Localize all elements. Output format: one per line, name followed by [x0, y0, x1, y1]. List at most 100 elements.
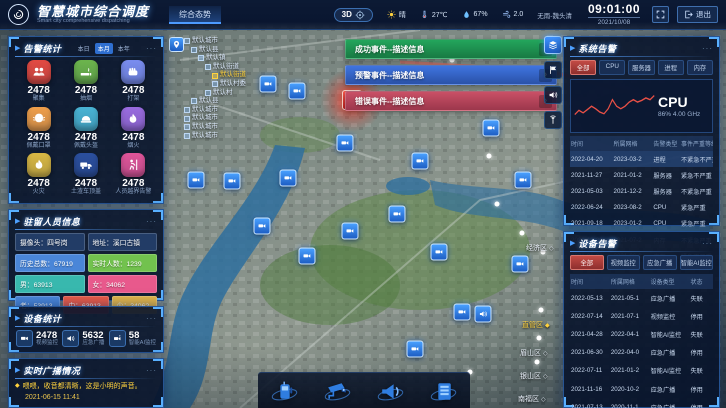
map-marker-camera[interactable] — [483, 120, 500, 137]
table-cell: 停用 — [689, 307, 713, 325]
alarm-stat-tile[interactable]: 2478打架 — [110, 60, 157, 103]
table-row[interactable]: 2021-09-182023-01-2CPU紧急严重 — [570, 216, 713, 232]
map-marker-camera[interactable] — [280, 170, 297, 187]
district-label[interactable]: 经济区 ◇ — [526, 243, 554, 253]
table-row[interactable]: 2021-04-282022-04-1智能AI监控失联 — [570, 325, 713, 343]
loudspeaker-tool-button[interactable] — [376, 377, 406, 405]
region-tree-item[interactable]: 默认城市 — [184, 132, 268, 141]
region-tree-item[interactable]: 默认城市 — [184, 114, 268, 123]
district-label[interactable]: 眉山区 ◇ — [520, 348, 548, 358]
interphone-tool-button[interactable] — [270, 377, 300, 405]
alarm-stat-tile[interactable]: 2478佩戴口罩 — [15, 107, 62, 150]
filter-tab[interactable]: 内存 — [687, 60, 713, 75]
layers-tool-button[interactable] — [544, 36, 562, 54]
filter-tab[interactable]: 全部 — [570, 60, 596, 75]
alarm-stat-tile[interactable]: 2478佩戴头盔 — [62, 107, 109, 150]
region-tree-item[interactable]: 默认县 — [184, 46, 268, 55]
more-menu[interactable]: ··· — [702, 45, 713, 53]
map-marker-camera[interactable] — [515, 172, 532, 189]
filter-tab[interactable]: 服务器 — [628, 60, 654, 75]
filter-tab[interactable]: 本日 — [75, 43, 93, 54]
map-marker-camera[interactable] — [188, 172, 205, 189]
exit-button[interactable]: 退出 — [677, 6, 718, 23]
region-tree-item[interactable]: 默认村委 — [184, 80, 268, 89]
map-marker-camera[interactable] — [389, 206, 406, 223]
tab-overview[interactable]: 综合态势 — [169, 6, 221, 24]
device-label: 视频监控 — [36, 341, 58, 347]
district-label[interactable]: 直管区 ◆ — [522, 320, 550, 330]
signal-tower-tool-button[interactable] — [544, 111, 562, 129]
more-menu[interactable]: ··· — [146, 45, 157, 53]
filter-tab[interactable]: 应急广播 — [643, 255, 677, 270]
table-cell: 2022-04-0 — [610, 344, 650, 362]
table-row[interactable]: 2021-06-302022-04-0应急广播停用 — [570, 344, 713, 362]
filter-tab[interactable]: CPU — [599, 60, 625, 75]
broadcast-volume-tool-button[interactable] — [544, 86, 562, 104]
table-row[interactable]: 2021-11-272021-01-2服务器紧急不严重 — [570, 167, 713, 183]
region-tree-item[interactable]: 默认村 — [184, 89, 268, 98]
district-label[interactable]: 银山区 ◇ — [520, 371, 548, 381]
device-stat: 2478视频监控 — [16, 330, 58, 347]
more-menu[interactable]: ··· — [146, 367, 157, 375]
diamond-icon: ◇ — [543, 374, 548, 380]
table-row[interactable]: 2022-04-202023-03-2进程不紧急不严重 — [570, 151, 713, 167]
filter-tab[interactable]: 视频监控 — [607, 255, 641, 270]
map-marker-camera[interactable] — [254, 218, 271, 235]
region-tree-item[interactable]: 默认城市 — [184, 123, 268, 132]
alarm-stat-tile[interactable]: 2478聚集 — [15, 60, 62, 103]
map-marker-camera[interactable] — [431, 244, 448, 261]
map-marker-camera[interactable] — [407, 341, 424, 358]
panel-title: 告警统计 — [23, 42, 61, 55]
alarm-stat-tile[interactable]: 2478抽烟 — [62, 60, 109, 103]
filter-tab[interactable]: 本年 — [115, 43, 133, 54]
alarm-stat-tile[interactable]: 2478火灾 — [15, 153, 62, 196]
region-tree-item[interactable]: 默认城市 — [184, 37, 268, 46]
filter-tab[interactable]: 本月 — [95, 43, 113, 54]
alarm-flag-tool-button[interactable] — [544, 61, 562, 79]
region-tree-item[interactable]: 默认县 — [184, 97, 268, 106]
table-row[interactable]: 2021-07-132020-11-1应急广播停用 — [570, 398, 713, 408]
table-row[interactable]: 2021-11-162020-10-2应急广播停用 — [570, 380, 713, 398]
alarm-stat-tile[interactable]: 2478土渣车顶盖 — [62, 153, 109, 196]
tree-node-icon — [191, 47, 197, 53]
more-menu[interactable]: ··· — [146, 315, 157, 323]
region-tree-item[interactable]: 默认街道 — [184, 71, 268, 80]
map-marker-camera[interactable] — [342, 223, 359, 240]
map-marker-camera[interactable] — [337, 135, 354, 152]
map-marker-camera[interactable] — [454, 304, 471, 321]
map-marker-camera[interactable] — [224, 173, 241, 190]
map-marker-camera[interactable] — [299, 248, 316, 265]
cross-icon — [121, 153, 145, 177]
alarm-stat-tile[interactable]: 2478人员越界告警 — [110, 153, 157, 196]
fullscreen-button[interactable] — [652, 6, 669, 23]
table-row[interactable]: 2022-06-242023-08-2CPU紧急严重 — [570, 200, 713, 216]
table-row[interactable]: 2022-07-142021-07-1视频监控停用 — [570, 307, 713, 325]
alarm-label: 人员越界告警 — [110, 189, 157, 196]
filter-tab[interactable]: 智能AI监控 — [680, 255, 714, 270]
map-marker-speaker[interactable] — [475, 306, 492, 323]
district-label[interactable]: 南福区 ◇ — [518, 394, 546, 404]
event-banner[interactable]: 错误事件--描述信息› — [345, 91, 557, 111]
map-pin-tool-button[interactable] — [169, 37, 184, 52]
more-menu[interactable]: ··· — [702, 240, 713, 248]
table-row[interactable]: 2022-07-112021-01-2智能AI监控失联 — [570, 362, 713, 380]
region-tree-item[interactable]: 默认镇 — [184, 54, 268, 63]
map-marker-camera[interactable] — [412, 153, 429, 170]
table-row[interactable]: 2021-05-032021-12-2服务器不紧急严重 — [570, 183, 713, 199]
more-menu[interactable]: ··· — [146, 218, 157, 226]
event-banner[interactable]: 成功事件--描述信息› — [345, 39, 557, 59]
alarm-stat-tile[interactable]: 2478烟火 — [110, 107, 157, 150]
map-marker-camera[interactable] — [512, 256, 529, 273]
column-header: 所属网格 — [610, 274, 650, 289]
table-row[interactable]: 2022-05-132021-05-1应急广播失联 — [570, 289, 713, 307]
filter-tab[interactable]: 进程 — [658, 60, 684, 75]
server-tool-button[interactable] — [429, 377, 459, 405]
map-marker-camera[interactable] — [289, 83, 306, 100]
3d-mode-toggle[interactable]: 3D — [334, 8, 373, 22]
cctv-tool-button[interactable] — [323, 377, 353, 405]
event-banner[interactable]: 预警事件--描述信息› — [345, 65, 557, 85]
alarm-count: 2478 — [15, 178, 62, 189]
column-header: 设备类型 — [650, 274, 690, 289]
filter-tab[interactable]: 全部 — [570, 255, 604, 270]
device-label: 应急广播 — [82, 341, 104, 347]
